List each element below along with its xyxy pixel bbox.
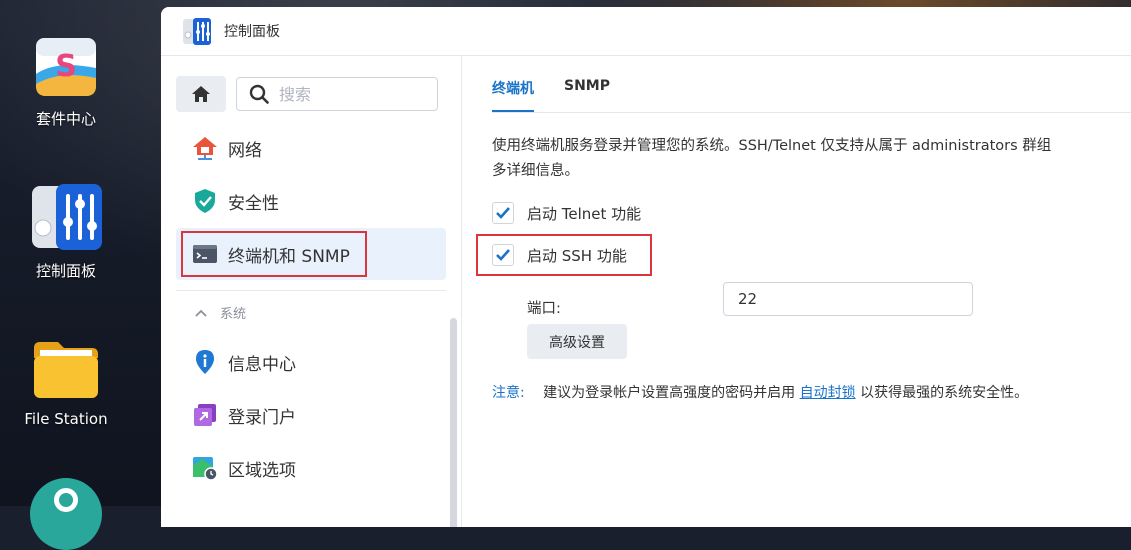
sidebar-divider xyxy=(176,290,446,291)
desktop-icon-partial[interactable] xyxy=(30,478,102,550)
port-label: 端口: xyxy=(527,301,561,317)
desktop-icon-control-panel[interactable]: 控制面板 xyxy=(0,182,132,281)
home-icon xyxy=(192,86,210,102)
search-icon xyxy=(249,84,269,104)
sidebar-item-regional-options[interactable]: 区域选项 xyxy=(176,442,446,494)
note-text: 建议为登录帐户设置高强度的密码并启用 xyxy=(543,385,796,401)
sidebar-item-label: 安全性 xyxy=(228,193,279,214)
home-button[interactable] xyxy=(176,76,226,112)
sidebar-item-label: 信息中心 xyxy=(228,354,296,375)
description-line-1: 使用终端机服务登录并管理您的系统。SSH/Telnet 仅支持从属于 admin… xyxy=(492,138,1052,154)
desktop-icon-file-station[interactable]: File Station xyxy=(0,332,132,428)
note-tag: 注意: xyxy=(492,385,525,401)
search-input[interactable] xyxy=(277,83,431,105)
advanced-settings-button[interactable]: 高级设置 xyxy=(527,324,627,359)
desktop-icon-label: 套件中心 xyxy=(35,110,96,128)
sidebar-item-label: 登录门户 xyxy=(228,407,296,428)
region-icon xyxy=(192,455,218,481)
desktop-icon-label: 控制面板 xyxy=(35,262,96,280)
sidebar-item-info-center[interactable]: 信息中心 xyxy=(176,336,446,388)
telnet-option[interactable]: 启动 Telnet 功能 xyxy=(492,202,641,224)
app-glyph-icon xyxy=(54,488,78,512)
checkmark-icon xyxy=(496,207,510,219)
control-panel-icon xyxy=(182,16,212,46)
section-header-system[interactable]: 系统 xyxy=(194,303,246,322)
control-panel-window: 控制面板 搜索 网络 安全性 终端机和 SNMP 系统 信息中心 登录门户 区域… xyxy=(161,7,1131,527)
security-note: 注意: 建议为登录帐户设置高强度的密码并启用 自动封锁 以获得最强的系统安全性。 xyxy=(492,382,1028,402)
port-input[interactable] xyxy=(723,282,973,316)
sidebar-scrollbar[interactable] xyxy=(450,318,457,527)
svg-text:S: S xyxy=(55,49,77,84)
description-line-2: 多详细信息。 xyxy=(492,163,579,179)
package-center-icon: S xyxy=(30,30,102,102)
desktop-icon-package-center[interactable]: S 套件中心 xyxy=(0,30,132,129)
auto-block-link[interactable]: 自动封锁 xyxy=(800,385,856,401)
control-panel-icon xyxy=(30,182,102,254)
sidebar-item-label: 区域选项 xyxy=(228,460,296,481)
tab-bar: 终端机 SNMP xyxy=(492,78,640,112)
sidebar: 网络 安全性 终端机和 SNMP xyxy=(161,56,462,527)
note-text-after: 以获得最强的系统安全性。 xyxy=(860,385,1029,401)
sidebar-item-label: 网络 xyxy=(228,140,262,161)
window-titlebar[interactable]: 控制面板 xyxy=(161,7,1131,56)
desktop-icon-label: File Station xyxy=(24,410,108,428)
section-label: 系统 xyxy=(220,307,247,322)
highlight-box-ssh xyxy=(476,234,652,276)
tab-snmp[interactable]: SNMP xyxy=(564,78,610,112)
shield-check-icon xyxy=(192,188,218,214)
description: 使用终端机服务登录并管理您的系统。SSH/Telnet 仅支持从属于 admin… xyxy=(492,134,1131,184)
sidebar-item-security[interactable]: 安全性 xyxy=(176,175,446,227)
telnet-label: 启动 Telnet 功能 xyxy=(527,204,642,223)
info-icon xyxy=(192,349,218,375)
tab-terminal[interactable]: 终端机 xyxy=(492,78,534,112)
tab-divider xyxy=(492,112,1131,113)
chevron-up-icon xyxy=(195,309,207,317)
window-title: 控制面板 xyxy=(224,24,280,40)
house-network-icon xyxy=(192,135,218,161)
search-box[interactable] xyxy=(236,77,438,111)
highlight-box-terminal xyxy=(181,231,367,277)
telnet-checkbox[interactable] xyxy=(492,202,514,224)
sidebar-item-network[interactable]: 网络 xyxy=(176,122,446,174)
portal-icon xyxy=(192,402,218,428)
folder-icon xyxy=(30,332,102,404)
sidebar-item-login-portal[interactable]: 登录门户 xyxy=(176,389,446,441)
main-content: 终端机 SNMP 使用终端机服务登录并管理您的系统。SSH/Telnet 仅支持… xyxy=(462,56,1131,527)
